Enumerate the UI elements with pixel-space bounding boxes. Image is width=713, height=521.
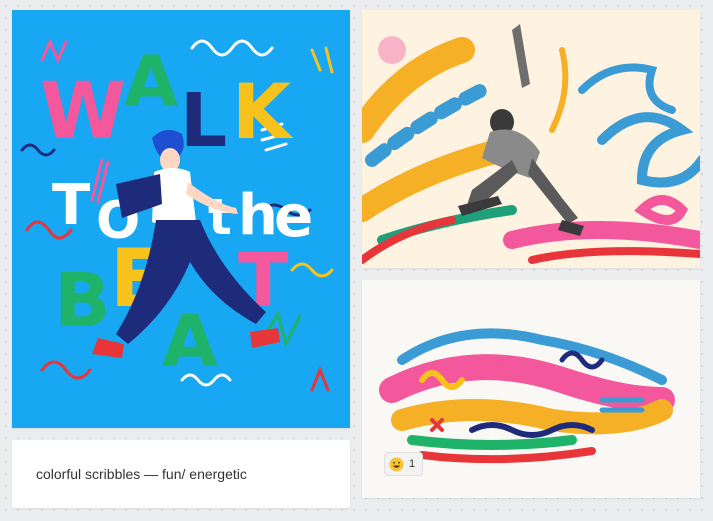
walk-to-the-beat-image[interactable]: W A L K T O t h e B E A T bbox=[12, 10, 350, 428]
letter-l: L bbox=[180, 78, 227, 164]
letter-a2: A bbox=[162, 299, 218, 383]
skater-illustration bbox=[362, 24, 700, 264]
letter-k: K bbox=[232, 67, 294, 156]
letter-a: A bbox=[124, 41, 178, 123]
sneaker-image[interactable]: 1 bbox=[362, 280, 700, 498]
caption-card[interactable]: colorful scribbles — fun/ energetic bbox=[12, 440, 350, 508]
reaction-count: 1 bbox=[409, 458, 416, 470]
letter-t2: t bbox=[208, 188, 232, 246]
card-caption: colorful scribbles — fun/ energetic bbox=[36, 466, 247, 482]
skater-image[interactable] bbox=[362, 10, 700, 268]
letter-w: W bbox=[40, 67, 126, 157]
grinning-face-icon bbox=[389, 456, 404, 472]
reaction-button[interactable]: 1 bbox=[384, 452, 424, 476]
letter-t: T bbox=[52, 173, 90, 238]
letter-b: B bbox=[54, 258, 110, 344]
walk-to-the-beat-illustration: W A L K T O t h e B E A T bbox=[20, 38, 334, 392]
